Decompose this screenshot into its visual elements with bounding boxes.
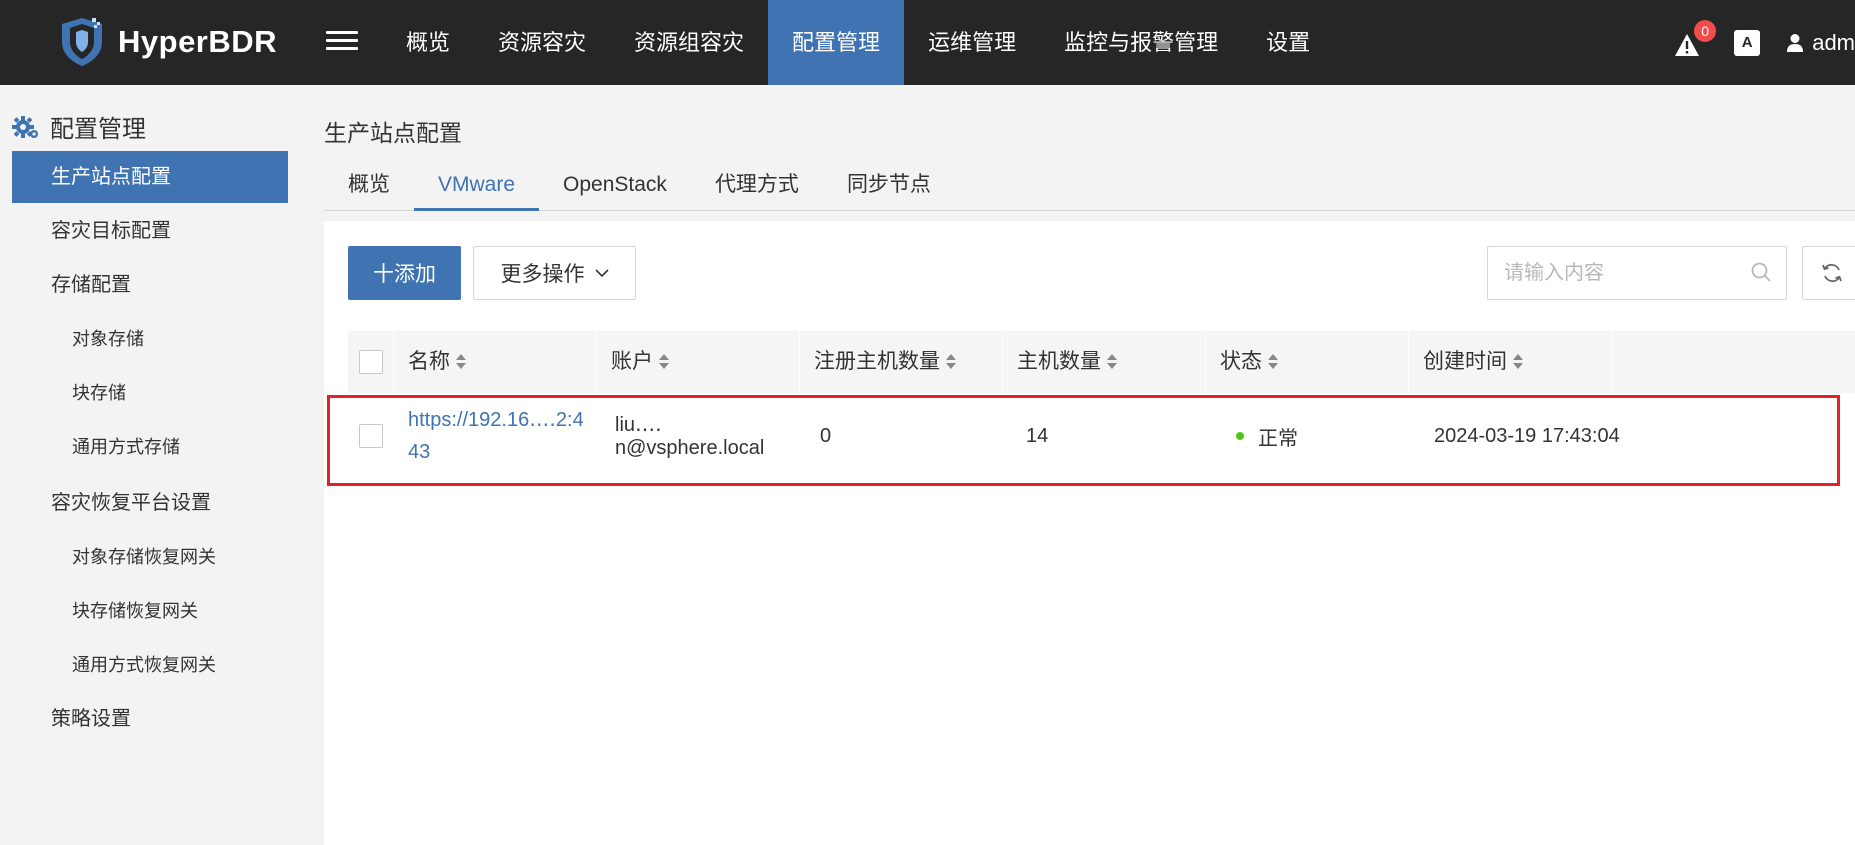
- sort-icon[interactable]: [946, 354, 956, 370]
- column-header-name[interactable]: 名称: [394, 331, 597, 393]
- app-title: HyperBDR: [118, 24, 278, 59]
- nav-item-monitoring-alerts[interactable]: 监控与报警管理: [1040, 0, 1242, 85]
- created-time-cell: 2024-03-19 17:43:04: [1434, 424, 1620, 447]
- account-cell: liu‥‥n@vsphere.local: [615, 414, 765, 459]
- app-logo[interactable]: HyperBDR: [58, 14, 277, 70]
- refresh-icon: [1822, 263, 1842, 283]
- search-box: [1487, 246, 1787, 300]
- nav-item-ops-management[interactable]: 运维管理: [904, 0, 1040, 85]
- sidebar-item-object-gateway[interactable]: 对象存储恢复网关: [12, 531, 288, 583]
- sort-icon[interactable]: [1107, 354, 1117, 370]
- status-cell: 正常: [1206, 393, 1409, 479]
- refresh-button[interactable]: [1802, 246, 1855, 300]
- alert-button[interactable]: 0: [1674, 19, 1717, 60]
- sidebar-item-block-storage[interactable]: 块存储: [12, 367, 288, 419]
- sidebar-item-generic-gateway[interactable]: 通用方式恢复网关: [12, 639, 288, 691]
- shield-logo-icon: [58, 16, 106, 68]
- status-badge: 正常: [1258, 427, 1298, 450]
- tab-overview[interactable]: 概览: [324, 165, 414, 211]
- header-actions: 0 A adm: [1674, 0, 1855, 85]
- sidebar-item-block-gateway[interactable]: 块存储恢复网关: [12, 585, 288, 637]
- row-checkbox[interactable]: [359, 424, 383, 448]
- select-all-cell: [348, 331, 394, 393]
- sort-icon[interactable]: [456, 354, 466, 370]
- top-navbar: HyperBDR 概览 资源容灾 资源组容灾 配置管理 运维管理 监控与报警管理…: [0, 0, 1855, 85]
- language-switch-icon[interactable]: A: [1734, 29, 1761, 56]
- sort-icon[interactable]: [1268, 354, 1278, 370]
- sidebar: 配置管理 生产站点配置 容灾目标配置 存储配置 对象存储 块存储 通用方式存储 …: [0, 85, 300, 845]
- tab-sync-node[interactable]: 同步节点: [823, 165, 955, 211]
- menu-toggle-icon[interactable]: [326, 26, 358, 58]
- username: adm: [1812, 29, 1855, 55]
- tab-vmware[interactable]: VMware: [414, 165, 540, 211]
- column-header-status[interactable]: 状态: [1206, 331, 1409, 393]
- sidebar-item-object-storage[interactable]: 对象存储: [12, 313, 288, 365]
- alert-count-badge: 0: [1694, 19, 1717, 42]
- search-icon[interactable]: [1750, 261, 1772, 283]
- table-header: 名称 账户 注册主机数量 主机数量 状态 创建时间: [348, 331, 1855, 393]
- tab-agent[interactable]: 代理方式: [691, 165, 823, 211]
- main-nav: 概览 资源容灾 资源组容灾 配置管理 运维管理 监控与报警管理 设置: [382, 0, 1334, 85]
- table-row: https://192.16‥‥2:4 43 liu‥‥n@vsphere.lo…: [348, 393, 1855, 479]
- sidebar-item-storage[interactable]: 存储配置: [12, 259, 288, 311]
- add-button[interactable]: 十添加: [348, 246, 461, 300]
- chevron-down-icon: [594, 268, 609, 277]
- column-header-hosts[interactable]: 主机数量: [1003, 331, 1206, 393]
- search-input[interactable]: [1488, 247, 1786, 299]
- sidebar-item-generic-storage[interactable]: 通用方式存储: [12, 421, 288, 473]
- column-header-created[interactable]: 创建时间: [1409, 331, 1612, 393]
- nav-item-config-management[interactable]: 配置管理: [768, 0, 905, 85]
- user-menu[interactable]: adm: [1786, 30, 1855, 56]
- sidebar-item-policy[interactable]: 策略设置: [12, 693, 288, 745]
- column-header-registered-hosts[interactable]: 注册主机数量: [800, 331, 1003, 393]
- content-panel: 十添加 更多操作 名称 账户 注册主机数量: [324, 221, 1855, 845]
- sidebar-item-dr-platform[interactable]: 容灾恢复平台设置: [12, 477, 288, 529]
- nav-item-overview[interactable]: 概览: [382, 0, 474, 85]
- user-icon: [1787, 33, 1804, 52]
- select-all-checkbox[interactable]: [359, 350, 383, 374]
- site-name-link[interactable]: https://192.16‥‥2:4 43: [394, 393, 597, 479]
- page-title: 生产站点配置: [324, 120, 462, 146]
- tab-openstack[interactable]: OpenStack: [539, 165, 691, 211]
- sidebar-item-dr-target[interactable]: 容灾目标配置: [12, 205, 288, 257]
- more-actions-dropdown[interactable]: 更多操作: [473, 246, 636, 300]
- tab-bar: 概览 VMware OpenStack 代理方式 同步节点: [324, 165, 1855, 211]
- nav-item-settings[interactable]: 设置: [1242, 0, 1334, 85]
- sort-icon[interactable]: [1513, 354, 1523, 370]
- gear-settings-icon: [12, 115, 38, 138]
- sidebar-item-production-site[interactable]: 生产站点配置: [12, 151, 288, 203]
- hosts-cell: 14: [1026, 424, 1049, 447]
- status-ok-dot-icon: [1236, 432, 1244, 440]
- sort-icon[interactable]: [659, 354, 669, 370]
- sidebar-title: 配置管理: [12, 109, 146, 144]
- nav-item-resource-dr[interactable]: 资源容灾: [474, 0, 610, 85]
- registered-hosts-cell: 0: [820, 424, 832, 447]
- nav-item-resource-group-dr[interactable]: 资源组容灾: [610, 0, 768, 85]
- column-header-account[interactable]: 账户: [597, 331, 800, 393]
- row-select-cell: [348, 393, 394, 479]
